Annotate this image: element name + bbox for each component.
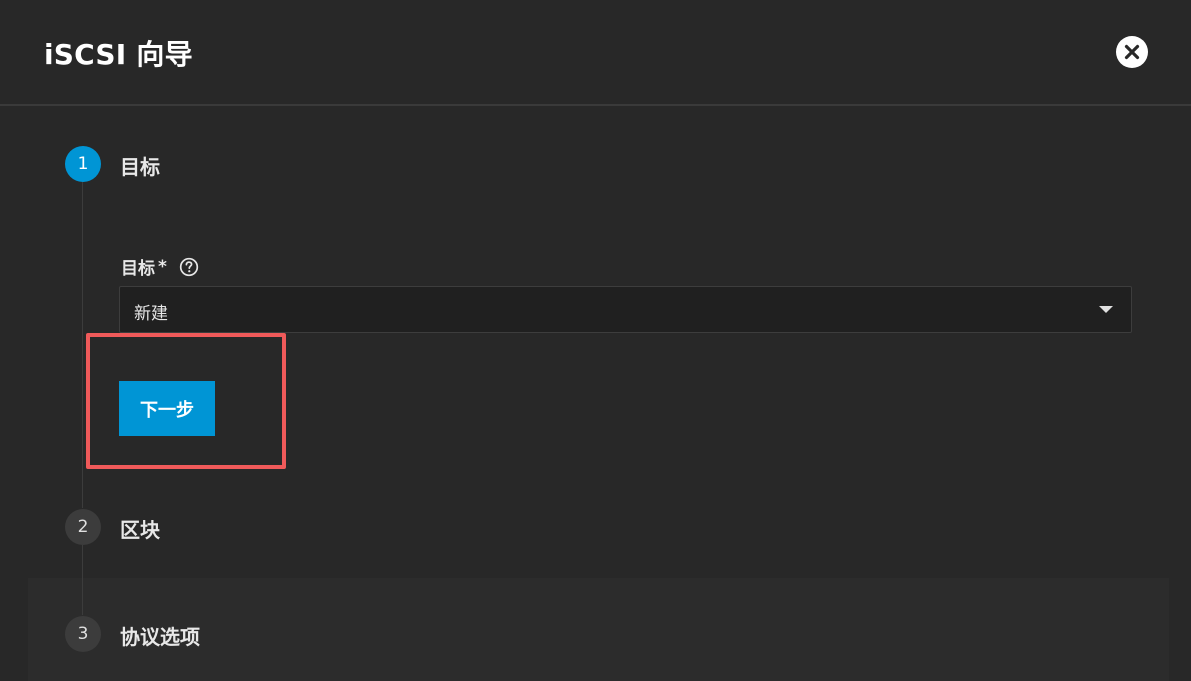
target-field-label: 目标 * [121, 254, 199, 279]
required-mark: * [158, 256, 167, 277]
step-3-number[interactable]: 3 [65, 616, 101, 652]
target-label-text: 目标 [121, 259, 155, 279]
target-select[interactable]: 新建 [119, 286, 1132, 333]
step-2-number[interactable]: 2 [65, 509, 101, 545]
stepper-connector-1 [82, 182, 83, 508]
close-button[interactable] [1116, 36, 1148, 68]
next-button[interactable]: 下一步 [119, 381, 215, 436]
dialog-header: iSCSI 向导 [0, 0, 1191, 106]
dialog-title: iSCSI 向导 [44, 38, 193, 71]
target-select-value: 新建 [134, 304, 168, 324]
step-1-number[interactable]: 1 [65, 146, 101, 182]
help-circle-icon[interactable] [179, 257, 199, 277]
step-2-label[interactable]: 区块 [120, 514, 160, 543]
step-1-label[interactable]: 目标 [120, 151, 160, 180]
stepper-connector-2 [82, 545, 83, 615]
step-3-label[interactable]: 协议选项 [120, 621, 200, 650]
chevron-down-icon [1099, 306, 1113, 313]
close-icon [1124, 44, 1140, 60]
iscsi-wizard-dialog: iSCSI 向导 1 目标 目标 * 新建 下一步 2 区块 3 协议选项 [0, 0, 1191, 681]
